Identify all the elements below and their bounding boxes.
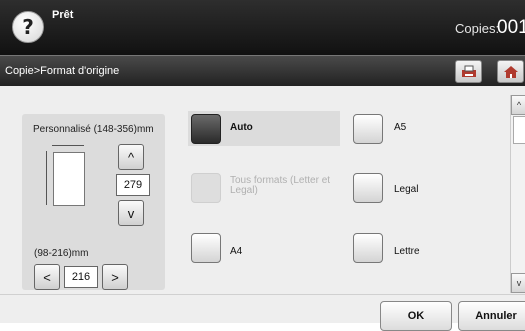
- options-scrollbar[interactable]: ^ v: [510, 95, 525, 293]
- custom-size-label: Personnalisé (148-356)mm: [33, 124, 154, 135]
- print-job-icon: [461, 65, 476, 77]
- scroll-up-button[interactable]: ^: [511, 95, 525, 115]
- option-auto-label: Auto: [230, 122, 253, 133]
- width-dimension-line: [52, 145, 84, 146]
- height-down-button[interactable]: v: [118, 200, 144, 226]
- height-value[interactable]: 279: [116, 174, 150, 196]
- scroll-down-button[interactable]: v: [511, 273, 525, 293]
- help-button[interactable]: ?: [12, 11, 44, 43]
- bottom-bar: OK Annuler: [0, 294, 525, 331]
- paper-preview: [53, 152, 85, 206]
- option-a4-label: A4: [230, 246, 243, 257]
- option-legal-button[interactable]: [353, 173, 383, 203]
- chevron-right-icon: >: [111, 269, 119, 285]
- help-icon: ?: [22, 15, 34, 39]
- option-a5-label: A5: [394, 122, 407, 133]
- option-a4-button[interactable]: [191, 233, 221, 263]
- width-right-button[interactable]: >: [102, 264, 128, 290]
- option-all-formats-label: Tous formats (Letter et Legal): [230, 175, 331, 196]
- width-left-button[interactable]: <: [34, 264, 60, 290]
- breadcrumb-bar: Copie>Format d'origine: [0, 56, 525, 86]
- home-button[interactable]: [497, 60, 524, 83]
- width-value[interactable]: 216: [64, 266, 98, 288]
- option-a5-button[interactable]: [353, 114, 383, 144]
- chevron-down-icon: v: [127, 205, 135, 221]
- copies-label: Copies:: [455, 21, 500, 36]
- chevron-up-icon: ^: [127, 149, 135, 165]
- copies-value: 001: [497, 17, 525, 38]
- scroll-thumb[interactable]: [513, 116, 525, 144]
- height-dimension-line: [46, 151, 47, 205]
- scroll-down-icon: v: [516, 278, 522, 288]
- cancel-button[interactable]: Annuler: [458, 301, 525, 331]
- option-legal-label: Legal: [394, 184, 419, 195]
- height-up-button[interactable]: ^: [118, 144, 144, 170]
- breadcrumb: Copie>Format d'origine: [5, 65, 120, 77]
- option-lettre-label: Lettre: [394, 246, 420, 257]
- status-text: Prêt: [52, 9, 74, 21]
- home-icon: [503, 66, 518, 78]
- print-job-button[interactable]: [455, 60, 482, 83]
- option-all-formats-button: [191, 173, 221, 203]
- custom-size-panel: Personnalisé (148-356)mm ^ 279 v (98-216…: [22, 114, 165, 290]
- option-lettre-button[interactable]: [353, 233, 383, 263]
- chevron-left-icon: <: [43, 269, 51, 285]
- width-range-label: (98-216)mm: [34, 248, 89, 259]
- ok-button[interactable]: OK: [380, 301, 452, 331]
- scroll-up-icon: ^: [516, 100, 522, 110]
- option-auto-button[interactable]: [191, 114, 221, 144]
- top-bar: ? Prêt Copies: 001: [0, 0, 525, 56]
